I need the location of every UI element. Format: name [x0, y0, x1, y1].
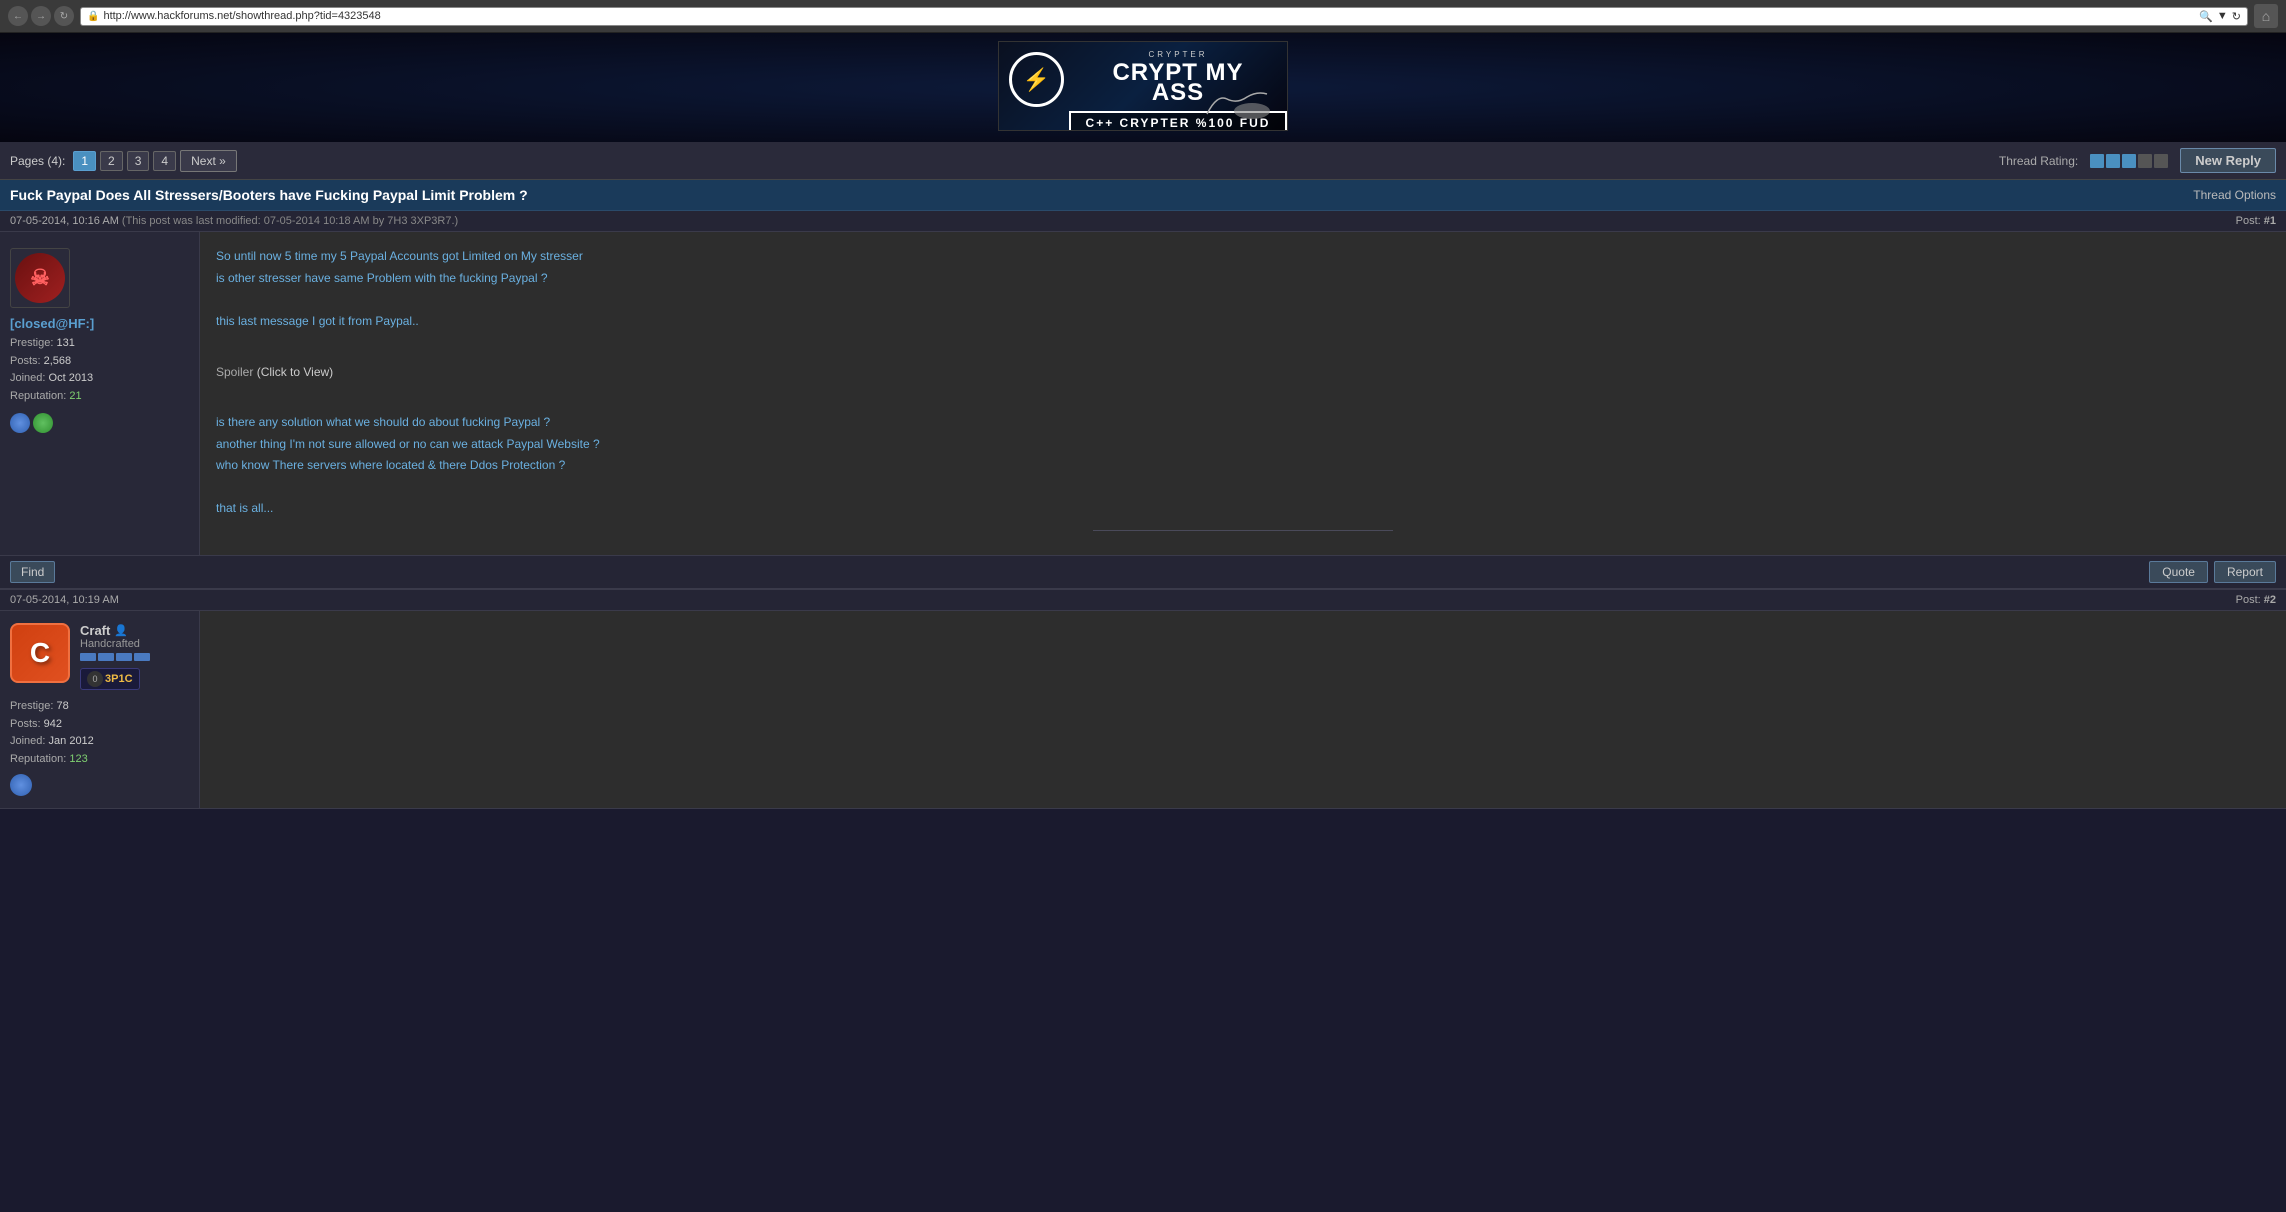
post-2-avatar: C [10, 623, 70, 683]
post-1: 07-05-2014, 10:16 AM (This post was last… [0, 211, 2286, 590]
post-2-badges [80, 653, 150, 661]
star-5 [2154, 154, 2168, 168]
page-1-button[interactable]: 1 [73, 151, 96, 171]
post-1-text-block-2: is there any solution what we should do … [216, 390, 2270, 520]
post-2-user-info: C Craft 👤 Handcrafted 0 [0, 611, 200, 808]
new-reply-button[interactable]: New Reply [2180, 148, 2276, 173]
post-1-number: Post: #1 [2236, 215, 2276, 227]
post-1-rep-icons [10, 413, 53, 433]
reload-icon: ↻ [2232, 10, 2241, 23]
thread-title: Fuck Paypal Does All Stressers/Booters h… [10, 187, 528, 203]
post-1-content: So until now 5 time my 5 Paypal Accounts… [200, 232, 2286, 555]
home-icon[interactable]: ⌂ [2254, 4, 2278, 28]
find-button[interactable]: Find [10, 561, 55, 583]
blue-rep-icon [10, 413, 30, 433]
browser-chrome: ← → ↻ 🔒 http://www.hackforums.net/showth… [0, 0, 2286, 33]
url-text: http://www.hackforums.net/showthread.php… [103, 10, 2195, 22]
report-button[interactable]: Report [2214, 561, 2276, 583]
pagination: Pages (4): 1 2 3 4 Next » [10, 150, 237, 172]
header-right: Thread Rating: New Reply [1999, 148, 2276, 173]
rating-stars [2090, 154, 2168, 168]
post-1-text-block-1: So until now 5 time my 5 Paypal Accounts… [216, 246, 2270, 354]
banner-logo-circle: ⚡ [1009, 52, 1064, 107]
post-1-body: ☠ [closed@HF:] Prestige: 131 Posts: 2,56… [0, 232, 2286, 556]
post-1-avatar: ☠ [10, 248, 70, 308]
search-icon: 🔍 [2199, 10, 2213, 23]
back-icon[interactable]: ← [8, 6, 28, 26]
forward-icon[interactable]: → [31, 6, 51, 26]
star-1 [2090, 154, 2104, 168]
post-2-stats: Prestige: 78 Posts: 942 Joined: Jan 2012… [10, 698, 189, 768]
star-2 [2106, 154, 2120, 168]
post-1-footer: Find Quote Report [0, 556, 2286, 590]
post-2-username: Craft 👤 [80, 623, 150, 638]
site-banner: ⚡ CRYPTER CRYPT MY ASS C++ CRYPTER %100 … [0, 33, 2286, 142]
post-1-username: [closed@HF:] [10, 316, 94, 331]
post-2: 07-05-2014, 10:19 AM Post: #2 C Craft 👤 … [0, 590, 2286, 809]
star-4 [2138, 154, 2152, 168]
post-2-content [200, 611, 2286, 808]
post-2-number: Post: #2 [2236, 594, 2276, 606]
dropdown-icon: ▼ [2217, 10, 2228, 22]
banner-image: ⚡ CRYPTER CRYPT MY ASS C++ CRYPTER %100 … [998, 41, 1288, 131]
thread-title-bar: Fuck Paypal Does All Stressers/Booters h… [0, 180, 2286, 211]
post-1-user-info: ☠ [closed@HF:] Prestige: 131 Posts: 2,56… [0, 232, 200, 555]
post-1-stats: Prestige: 131 Posts: 2,568 Joined: Oct 2… [10, 335, 93, 405]
pages-label: Pages (4): [10, 154, 65, 168]
post-2-blue-rep-icon [10, 774, 32, 796]
security-icon: 🔒 [87, 11, 99, 22]
page-2-button[interactable]: 2 [100, 151, 123, 171]
green-rep-icon [33, 413, 53, 433]
post-2-body: C Craft 👤 Handcrafted 0 [0, 611, 2286, 809]
post-1-header: 07-05-2014, 10:16 AM (This post was last… [0, 211, 2286, 232]
page-4-button[interactable]: 4 [153, 151, 176, 171]
thread-rating-label: Thread Rating: [1999, 154, 2078, 168]
zero-icon: 0 [87, 671, 103, 687]
address-bar[interactable]: 🔒 http://www.hackforums.net/showthread.p… [80, 7, 2248, 26]
post-1-date: 07-05-2014, 10:16 AM (This post was last… [10, 215, 458, 227]
post-2-header: 07-05-2014, 10:19 AM Post: #2 [0, 590, 2286, 611]
post-2-title: Handcrafted [80, 638, 150, 650]
page-3-button[interactable]: 3 [127, 151, 150, 171]
post-separator [1093, 530, 1393, 531]
epic-badge: 0 3P1C [80, 668, 140, 690]
post-2-date: 07-05-2014, 10:19 AM [10, 594, 119, 606]
quote-button[interactable]: Quote [2149, 561, 2208, 583]
post-1-actions: Quote Report [2149, 561, 2276, 583]
page-header: Pages (4): 1 2 3 4 Next » Thread Rating:… [0, 142, 2286, 180]
next-page-button[interactable]: Next » [180, 150, 237, 172]
refresh-icon[interactable]: ↻ [54, 6, 74, 26]
thread-options-button[interactable]: Thread Options [2193, 188, 2276, 202]
star-3 [2122, 154, 2136, 168]
post-1-spoiler: Spoiler (Click to View) [216, 362, 2270, 382]
